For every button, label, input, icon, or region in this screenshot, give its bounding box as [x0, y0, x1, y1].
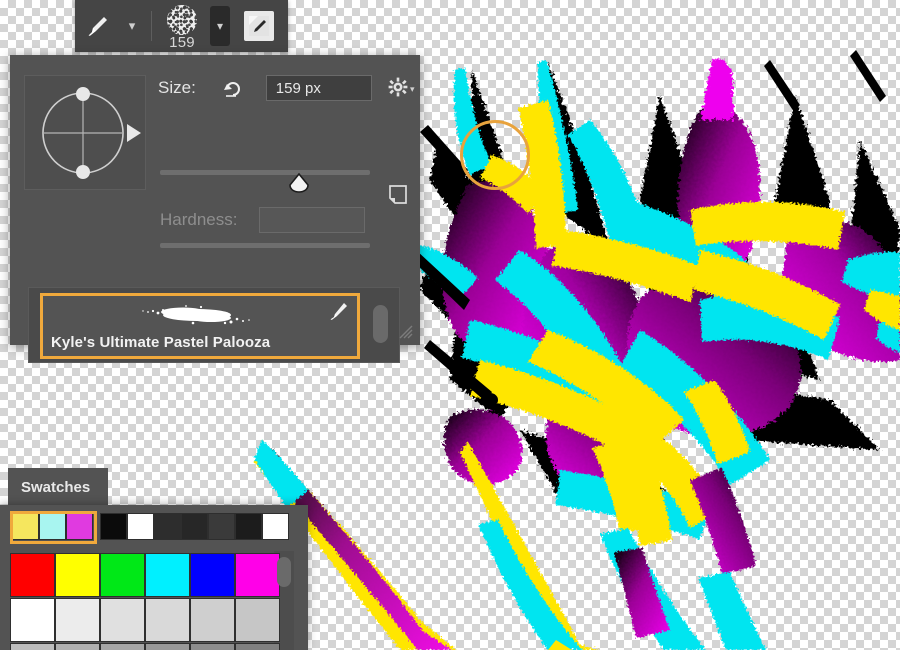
color-swatch[interactable]	[100, 643, 145, 650]
swatches-panel	[0, 505, 308, 650]
size-input[interactable]: 159 px	[265, 75, 372, 101]
color-swatch[interactable]	[10, 643, 55, 650]
recent-swatch[interactable]	[154, 513, 181, 540]
color-swatch[interactable]	[145, 553, 190, 597]
brush-tip-thumbnail[interactable]: 159	[158, 0, 206, 52]
color-swatch[interactable]	[145, 598, 190, 642]
brush-panel-controls: Size: 159 px ▾ Hardness:	[10, 55, 420, 248]
brush-panel-settings[interactable]: ▾	[388, 77, 415, 102]
recent-swatch[interactable]	[127, 513, 154, 540]
size-slider-track[interactable]	[160, 170, 370, 175]
recent-swatch[interactable]	[208, 513, 235, 540]
recent-swatch[interactable]	[181, 513, 208, 540]
size-label: Size:	[158, 78, 196, 97]
color-swatch[interactable]	[235, 553, 280, 597]
hardness-input	[259, 207, 366, 233]
brush-stroke-preview	[142, 305, 250, 325]
brush-preset-dropdown-button[interactable]: ▾	[210, 6, 230, 46]
swatch-row	[10, 643, 280, 650]
recent-colors-selection	[10, 511, 97, 544]
color-swatch[interactable]	[100, 553, 145, 597]
brush-preset-picker-panel: Size: 159 px ▾ Hardness: Kyle's Ultimate…	[10, 55, 420, 363]
recent-swatch[interactable]	[100, 513, 127, 540]
color-swatch[interactable]	[235, 598, 280, 642]
color-swatch[interactable]	[235, 643, 280, 650]
color-swatch[interactable]	[55, 553, 100, 597]
color-swatch[interactable]	[190, 643, 235, 650]
brush-size-readout: 159	[169, 34, 195, 51]
color-swatch[interactable]	[55, 643, 100, 650]
swatches-tab-label: Swatches	[21, 478, 91, 496]
hardness-slider-track	[160, 243, 370, 248]
tab-swatches[interactable]: Swatches	[8, 468, 108, 506]
swatches-scrollbar[interactable]	[277, 557, 291, 587]
hardness-row: Hardness:	[160, 207, 375, 233]
chevron-down-icon[interactable]: ▾	[410, 84, 415, 95]
toolbar-divider	[151, 11, 152, 41]
application-window: ▾ 159 ▾ Size: 159 px ▾ Hardness: Kyle's …	[0, 0, 900, 650]
tool-options-bar: ▾ 159 ▾	[75, 0, 288, 52]
brush-type-icon	[329, 301, 349, 321]
color-swatch[interactable]	[145, 643, 190, 650]
gear-icon[interactable]	[388, 77, 408, 102]
angle-roundness-control[interactable]	[24, 75, 146, 190]
resize-grip-icon[interactable]	[397, 323, 415, 341]
hardness-label: Hardness:	[160, 210, 238, 229]
paintbrush-icon[interactable]	[75, 0, 119, 52]
color-swatch[interactable]	[190, 598, 235, 642]
color-swatch[interactable]	[10, 598, 55, 642]
brush-preset-icon[interactable]	[244, 11, 274, 41]
color-swatch[interactable]	[190, 553, 235, 597]
reset-arrow-icon[interactable]	[222, 77, 244, 99]
recent-swatch[interactable]	[235, 513, 262, 540]
recent-swatch[interactable]	[262, 513, 289, 540]
size-row: Size: 159 px	[158, 75, 373, 101]
color-swatch[interactable]	[10, 553, 55, 597]
swatch-row	[10, 598, 280, 642]
new-document-icon[interactable]	[389, 185, 407, 204]
color-swatch[interactable]	[55, 598, 100, 642]
chevron-down-icon[interactable]: ▾	[119, 0, 145, 52]
size-slider-thumb[interactable]	[288, 172, 310, 193]
swatch-row	[10, 553, 280, 597]
list-item[interactable]: Kyle's Ultimate Pastel Palooza	[40, 293, 360, 359]
brush-tip-preview	[167, 5, 197, 35]
color-swatch[interactable]	[100, 598, 145, 642]
preset-name-label: Kyle's Ultimate Pastel Palooza	[51, 334, 271, 351]
preset-list-scrollbar[interactable]	[373, 305, 388, 343]
